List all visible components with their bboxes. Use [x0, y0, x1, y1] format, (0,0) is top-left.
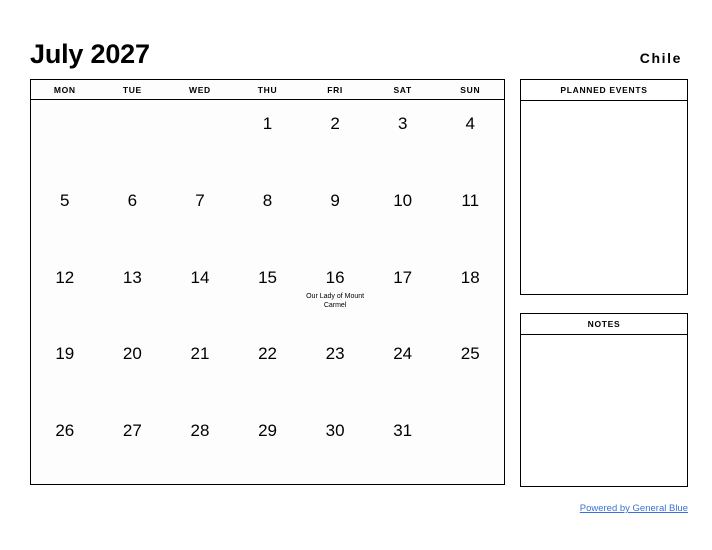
day-cell[interactable]: 10 [369, 177, 437, 254]
day-cell[interactable]: 12 [31, 254, 99, 331]
day-cell[interactable]: 26 [31, 407, 99, 484]
day-cell[interactable]: 5 [31, 177, 99, 254]
day-number: 13 [122, 267, 142, 287]
powered-by-link[interactable]: Powered by General Blue [580, 503, 688, 514]
calendar-week-row: 1 2 3 4 [31, 100, 504, 177]
day-cell[interactable]: 1 [234, 100, 302, 177]
day-cell[interactable]: 28 [166, 407, 234, 484]
day-number: 6 [127, 190, 138, 210]
page-header: July 2027 Chile [30, 32, 682, 68]
day-cell-empty [436, 407, 504, 484]
weekday-header-sun: SUN [460, 84, 481, 95]
day-number: 12 [55, 267, 75, 287]
calendar-week-row: 19 20 21 22 23 24 25 [31, 330, 504, 407]
day-cell[interactable]: 18 [436, 254, 504, 331]
day-event-label: Our Lady of Mount Carmel [306, 292, 365, 310]
day-cell[interactable]: 17 [369, 254, 437, 331]
day-number: 30 [325, 421, 345, 441]
day-number: 31 [393, 421, 413, 441]
day-cell[interactable]: 22 [234, 330, 302, 407]
day-number: 8 [262, 190, 273, 210]
notes-area[interactable] [521, 335, 687, 486]
day-cell[interactable]: 19 [31, 330, 99, 407]
day-number: 25 [460, 344, 480, 364]
weekday-header-wed: WED [188, 84, 211, 95]
day-number: 21 [190, 344, 210, 364]
planned-events-title: PLANNED EVENTS [521, 80, 687, 101]
day-cell[interactable]: 11 [436, 177, 504, 254]
day-number: 10 [393, 190, 413, 210]
weekday-header-tue: TUE [122, 84, 142, 95]
day-cell[interactable]: 23 [301, 330, 369, 407]
day-cell[interactable]: 9 [301, 177, 369, 254]
day-number: 24 [393, 344, 413, 364]
day-cell[interactable]: 7 [166, 177, 234, 254]
day-number: 22 [258, 344, 277, 364]
day-cell[interactable]: 3 [369, 100, 437, 177]
day-number: 28 [190, 421, 210, 441]
day-number: 17 [393, 267, 413, 287]
day-number: 20 [122, 344, 142, 364]
notes-panel: NOTES [520, 313, 688, 487]
calendar-page: July 2027 Chile MON TUE WED THU FRI SAT SUN 12… [0, 0, 712, 550]
day-number: 11 [461, 190, 480, 210]
day-number: 2 [330, 114, 340, 133]
day-number: 7 [195, 190, 205, 210]
calendar-week-row: 5 6 7 8 9 10 11 [31, 177, 504, 254]
planned-events-area[interactable] [521, 101, 687, 294]
notes-title: NOTES [521, 314, 687, 335]
weekday-header-row: MON TUE WED THU FRI SAT SUN [31, 80, 504, 100]
calendar-week-row: 26 27 28 29 30 31 [31, 407, 504, 484]
day-cell[interactable]: 2 [301, 100, 369, 177]
day-cell[interactable]: 13 [99, 254, 167, 331]
day-number: 27 [122, 421, 142, 441]
day-cell[interactable]: 21 [166, 330, 234, 407]
day-number: 14 [190, 267, 210, 287]
country-label: Chile [639, 50, 682, 66]
page-title: July 2027 [30, 39, 150, 69]
day-number: 1 [262, 114, 273, 133]
day-number: 19 [55, 344, 75, 364]
day-cell[interactable]: 16 Our Lady of Mount Carmel [301, 254, 369, 331]
planned-events-panel: PLANNED EVENTS [520, 79, 688, 295]
weekday-header-sat: SAT [393, 84, 412, 95]
day-cell-empty [166, 100, 234, 177]
day-cell[interactable]: 30 [301, 407, 369, 484]
weekday-header-fri: FRI [327, 84, 343, 95]
calendar-weeks: 1 2 3 4 5 6 7 8 9 10 11 12 13 14 15 16 Our Lady of Mount… [31, 100, 504, 484]
day-cell-empty [99, 100, 167, 177]
day-cell[interactable]: 20 [99, 330, 167, 407]
day-number: 3 [397, 114, 408, 133]
day-number: 5 [60, 190, 70, 210]
day-cell[interactable]: 6 [99, 177, 167, 254]
day-cell[interactable]: 14 [166, 254, 234, 331]
day-number: 26 [55, 421, 75, 441]
day-cell[interactable]: 25 [436, 330, 504, 407]
day-number: 15 [258, 267, 277, 287]
day-number: 29 [258, 421, 277, 441]
day-cell[interactable]: 8 [234, 177, 302, 254]
day-cell[interactable]: 24 [369, 330, 437, 407]
weekday-header-thu: THU [257, 84, 278, 95]
weekday-header-mon: MON [53, 84, 76, 95]
page-footer: Powered by General Blue [440, 498, 688, 516]
day-cell[interactable]: 15 [234, 254, 302, 331]
day-cell[interactable]: 27 [99, 407, 167, 484]
day-number: 18 [460, 267, 480, 287]
day-number: 16 [325, 267, 345, 287]
day-number: 9 [330, 190, 340, 210]
day-number: 4 [465, 114, 475, 133]
day-cell[interactable]: 31 [369, 407, 437, 484]
day-number: 23 [325, 344, 345, 364]
calendar-week-row: 12 13 14 15 16 Our Lady of Mount Carmel 17 18 [31, 254, 504, 331]
day-cell-empty [31, 100, 99, 177]
calendar-grid: MON TUE WED THU FRI SAT SUN 1 2 3 4 5 6 7 8 9 10 11 12 13 1… [30, 79, 505, 485]
day-cell[interactable]: 4 [436, 100, 504, 177]
day-cell[interactable]: 29 [234, 407, 302, 484]
